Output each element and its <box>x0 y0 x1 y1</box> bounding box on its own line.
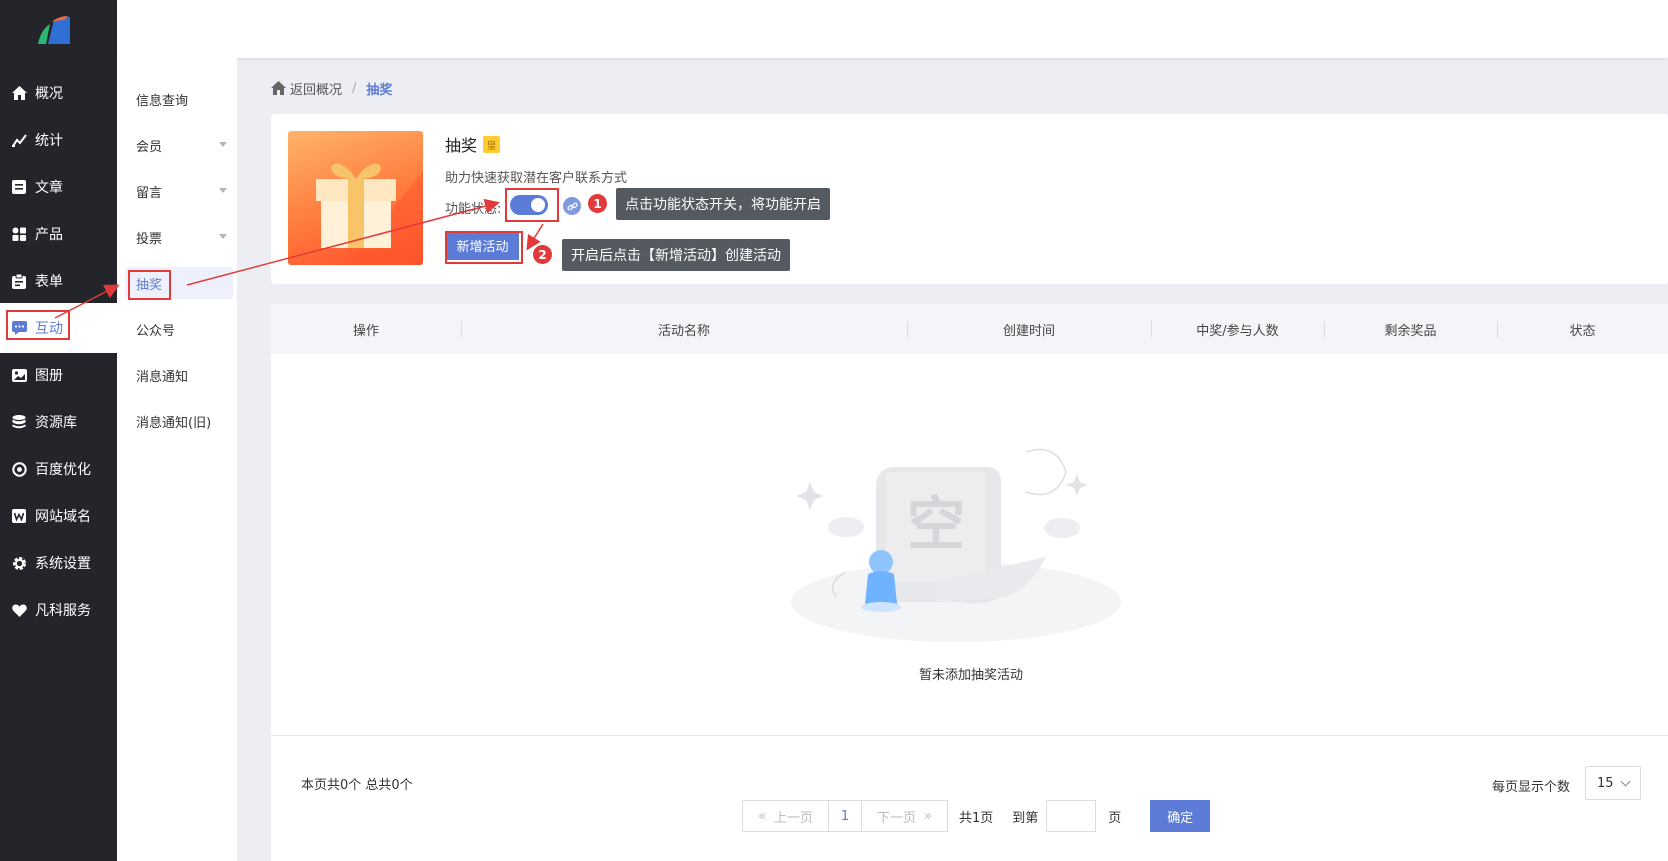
highlight-interaction <box>6 310 70 340</box>
caret-down-icon <box>219 188 227 193</box>
col-header-name: 活动名称 <box>657 323 710 339</box>
home-icon <box>271 81 286 95</box>
sidebar-item-seo[interactable]: 百度优化 <box>0 444 117 494</box>
goto-label: 到第 <box>1012 810 1039 826</box>
tip-step-1: 点击功能状态开关，将功能开启 <box>616 188 830 220</box>
step-marker-2: 2 <box>533 245 552 264</box>
empty-message: 暂未添加抽奖活动 <box>919 668 1024 683</box>
sidebar-item-label: 系统设置 <box>35 556 91 572</box>
prev-page-button[interactable]: « 上一页 <box>742 800 829 832</box>
per-page-select[interactable]: 15 <box>1585 766 1641 800</box>
step-marker-1: 1 <box>588 194 607 213</box>
sidebar-item-domain[interactable]: 网站域名 <box>0 491 117 541</box>
highlight-lottery <box>128 270 171 300</box>
main-sidebar: 概况 统计 文章 产品 表单 互动 图册 资源库 百度优化 网站域名 系统设置 <box>0 0 117 861</box>
highlight-toggle <box>505 188 559 222</box>
album-icon <box>11 367 27 383</box>
sidebar-item-label: 产品 <box>35 227 63 243</box>
page-count-text: 本页共0个 总共0个 <box>301 778 413 793</box>
tip-step-2: 开启后点击【新增活动】创建活动 <box>562 239 790 271</box>
sidebar-item-products[interactable]: 产品 <box>0 209 117 259</box>
pagination: « 上一页 1 下一页 » 共1页 到第 页 确定 <box>742 800 1211 832</box>
confirm-button[interactable]: 确定 <box>1150 800 1211 832</box>
sidebar-item-label: 百度优化 <box>35 462 91 478</box>
status-label: 功能状态: <box>445 202 502 217</box>
sub-menu: 信息查询 会员 留言 投票 抽奖 公众号 消息通知 消息通知(旧) <box>117 58 237 861</box>
article-icon <box>11 179 27 195</box>
chart-icon <box>11 132 27 148</box>
total-pages: 共1页 <box>959 810 994 826</box>
sidebar-item-articles[interactable]: 文章 <box>0 162 117 212</box>
breadcrumb-back-link[interactable]: 返回概况 <box>290 79 342 98</box>
gift-image <box>288 131 423 265</box>
col-header-actions: 操作 <box>352 323 379 339</box>
empty-glyph: 空 <box>907 490 965 558</box>
heart-icon <box>11 602 27 618</box>
chevron-down-icon <box>1620 776 1631 787</box>
submenu-item-message[interactable]: 留言 <box>117 175 237 207</box>
activity-table: 操作 活动名称 创建时间 中奖/参与人数 剩余奖品 状态 空 暂未添加抽奖活动 … <box>271 304 1668 861</box>
sidebar-item-settings[interactable]: 系统设置 <box>0 538 117 588</box>
col-header-created: 创建时间 <box>1002 323 1055 339</box>
sidebar-item-label: 统计 <box>35 133 63 149</box>
submenu-item-member[interactable]: 会员 <box>117 129 237 161</box>
sidebar-item-resources[interactable]: 资源库 <box>0 397 117 447</box>
card-title: 抽奖 皇 <box>445 132 501 156</box>
goto-page-input[interactable] <box>1046 800 1097 832</box>
target-icon <box>11 461 27 477</box>
col-header-prizes: 剩余奖品 <box>1384 323 1437 339</box>
next-page-button[interactable]: 下一页 » <box>861 800 948 832</box>
submenu-item-info-query[interactable]: 信息查询 <box>117 83 237 115</box>
sidebar-item-label: 概况 <box>35 86 63 102</box>
sidebar-item-album[interactable]: 图册 <box>0 350 117 400</box>
submenu-item-notice[interactable]: 消息通知 <box>117 359 237 391</box>
clipboard-icon <box>11 273 27 289</box>
submenu-item-vote[interactable]: 投票 <box>117 221 237 253</box>
gear-icon <box>11 555 27 571</box>
sidebar-item-service[interactable]: 凡科服务 <box>0 585 117 635</box>
top-header <box>117 0 1668 58</box>
breadcrumb-separator: / <box>352 80 357 96</box>
link-icon[interactable] <box>563 197 581 215</box>
w-icon <box>11 508 27 524</box>
sidebar-item-overview[interactable]: 概况 <box>0 68 117 118</box>
sidebar-item-stats[interactable]: 统计 <box>0 115 117 165</box>
sidebar-item-label: 表单 <box>35 274 63 290</box>
logo[interactable] <box>34 14 74 50</box>
breadcrumb: 返回概况 / 抽奖 <box>271 78 392 98</box>
submenu-item-notice-old[interactable]: 消息通知(旧) <box>117 405 237 437</box>
empty-illustration: 空 <box>786 432 1126 652</box>
card-description: 助力快速获取潜在客户联系方式 <box>445 171 628 186</box>
col-header-status: 状态 <box>1569 323 1596 339</box>
table-header: 操作 活动名称 创建时间 中奖/参与人数 剩余奖品 状态 <box>271 304 1668 354</box>
submenu-item-wechat[interactable]: 公众号 <box>117 313 237 345</box>
breadcrumb-current: 抽奖 <box>366 82 393 98</box>
sidebar-item-label: 图册 <box>35 368 63 384</box>
caret-down-icon <box>219 234 227 239</box>
col-header-winners: 中奖/参与人数 <box>1196 323 1279 339</box>
sidebar-item-label: 网站域名 <box>35 509 91 525</box>
per-page-label: 每页显示个数 <box>1492 780 1571 795</box>
page-unit-label: 页 <box>1108 810 1122 826</box>
sidebar-item-label: 凡科服务 <box>35 603 91 619</box>
highlight-new-button <box>445 231 523 264</box>
home-icon <box>11 85 27 101</box>
double-chevron-right-icon: » <box>924 808 932 824</box>
page-number-button[interactable]: 1 <box>829 800 861 832</box>
sidebar-item-forms[interactable]: 表单 <box>0 256 117 306</box>
double-chevron-left-icon: « <box>758 808 766 824</box>
database-icon <box>11 414 27 430</box>
grid-icon <box>11 226 27 242</box>
sidebar-item-label: 资源库 <box>35 415 77 431</box>
sidebar-item-label: 文章 <box>35 180 63 196</box>
caret-down-icon <box>219 142 227 147</box>
footer-divider <box>271 735 1668 736</box>
crown-badge-icon: 皇 <box>483 135 501 153</box>
